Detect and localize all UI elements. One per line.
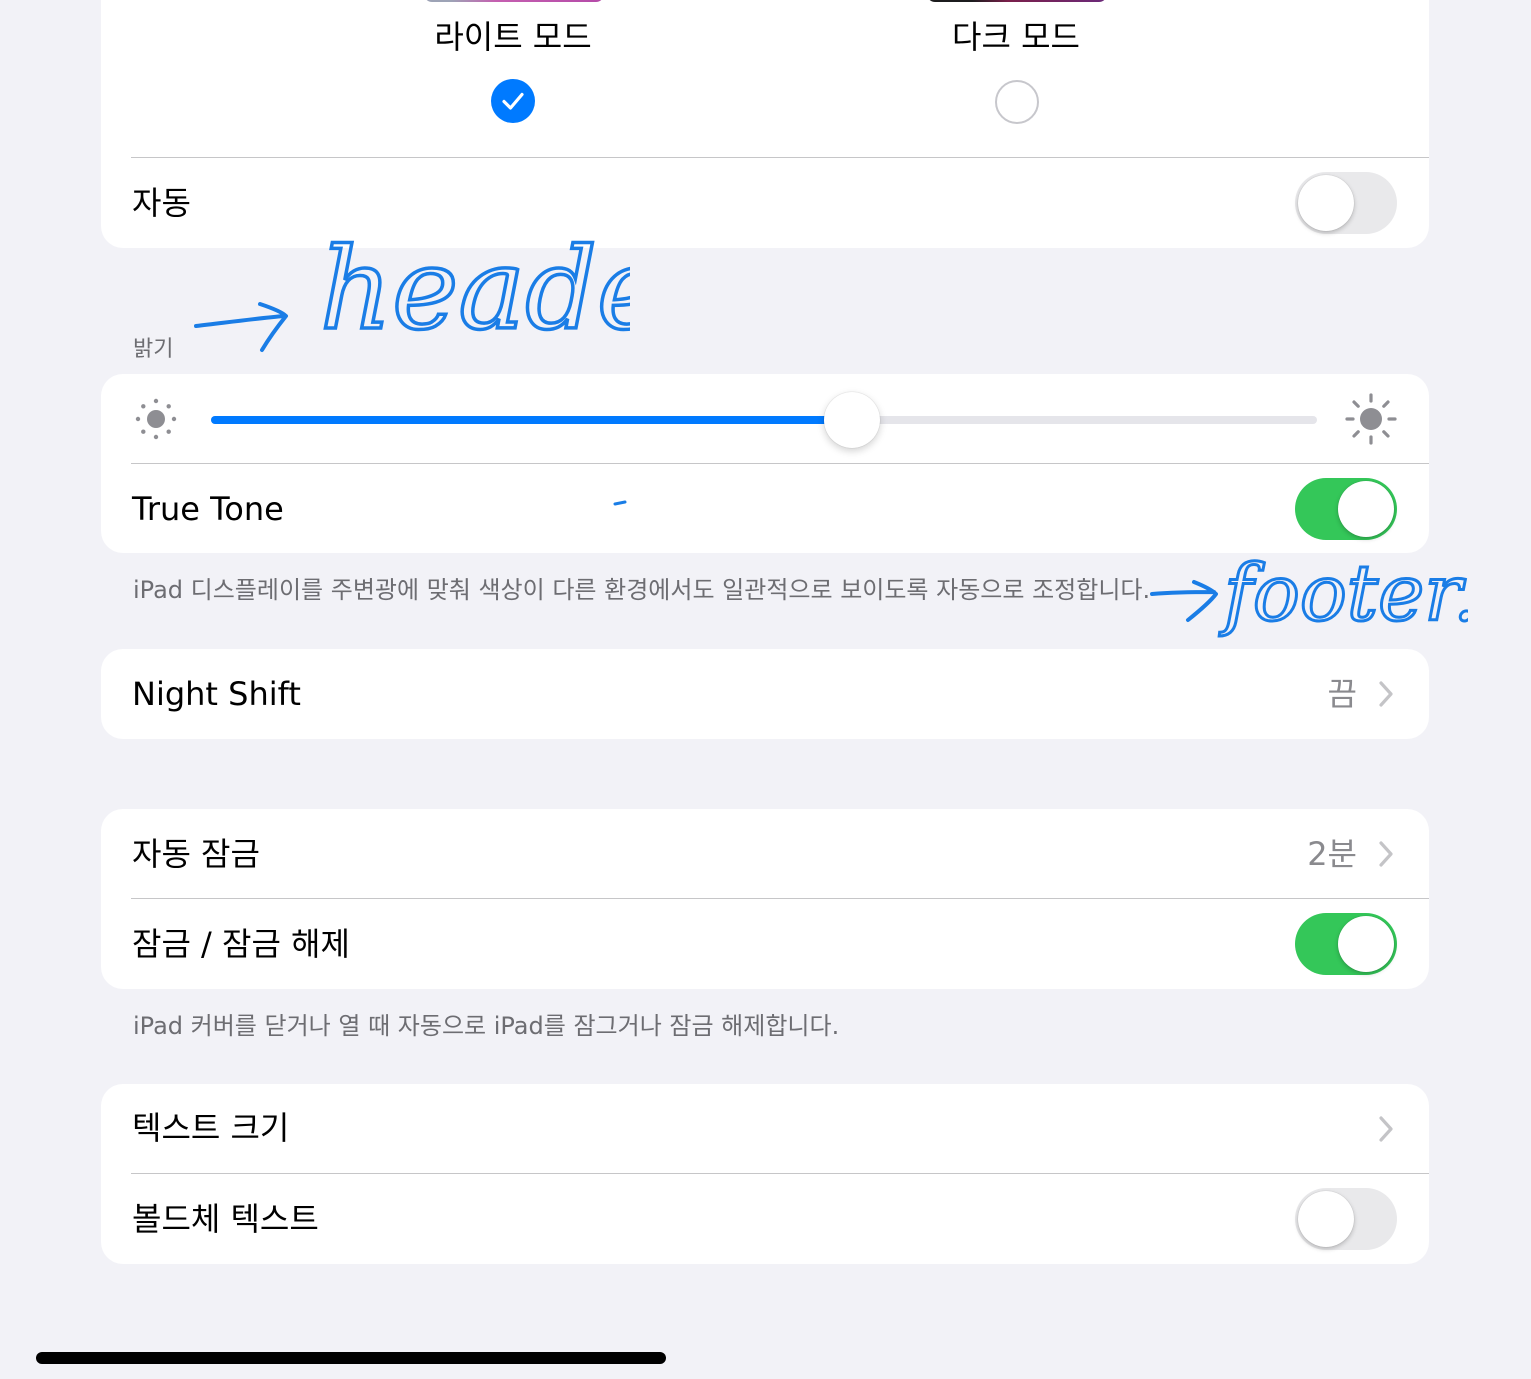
footer-annotation: footer. (1150, 548, 1468, 640)
light-mode-thumbnail[interactable] (424, 0, 604, 2)
dark-mode-label[interactable]: 다크 모드 (886, 17, 1146, 57)
auto-row[interactable]: 자동 (101, 158, 1429, 248)
bold-text-toggle[interactable] (1295, 1188, 1397, 1250)
footer-annotation-text: footer. (1219, 549, 1468, 639)
brightness-slider-fill (211, 416, 853, 424)
lock-unlock-label: 잠금 / 잠금 해제 (132, 925, 350, 963)
brightness-header: 밝기 (133, 337, 174, 362)
chevron-right-icon (1379, 681, 1393, 707)
dark-mode-radio[interactable] (995, 80, 1039, 124)
night-shift-value: 끔 (1327, 675, 1357, 713)
true-tone-label: True Tone (132, 489, 284, 528)
toggle-knob (1298, 175, 1354, 231)
sun-large-icon (1345, 393, 1397, 445)
lock-footer: iPad 커버를 닫거나 열 때 자동으로 iPad를 잠그거나 잠금 해제합니… (133, 1012, 840, 1040)
home-indicator[interactable] (36, 1352, 666, 1364)
true-tone-row[interactable]: True Tone (101, 464, 1429, 553)
chevron-right-icon (1379, 1116, 1393, 1142)
night-shift-row[interactable]: Night Shift 끔 (101, 649, 1429, 739)
night-shift-label: Night Shift (132, 675, 301, 713)
lock-group: 자동 잠금 2분 잠금 / 잠금 해제 (101, 809, 1429, 989)
brightness-slider-row (101, 374, 1429, 463)
checkmark-icon (502, 92, 524, 110)
lock-unlock-toggle[interactable] (1295, 913, 1397, 975)
text-size-label: 텍스트 크기 (132, 1109, 290, 1147)
sun-small-icon (135, 398, 177, 440)
toggle-knob (1338, 916, 1394, 972)
true-tone-toggle[interactable] (1295, 477, 1397, 540)
auto-label: 자동 (132, 184, 191, 222)
bold-text-label: 볼드체 텍스트 (132, 1200, 319, 1238)
text-size-row[interactable]: 텍스트 크기 (101, 1084, 1429, 1173)
light-mode-radio[interactable] (491, 79, 535, 123)
toggle-knob (1298, 1191, 1354, 1247)
bold-text-row[interactable]: 볼드체 텍스트 (101, 1174, 1429, 1264)
brightness-group: True Tone (101, 374, 1429, 553)
auto-lock-label: 자동 잠금 (132, 835, 260, 873)
auto-toggle[interactable] (1295, 172, 1397, 234)
auto-lock-row[interactable]: 자동 잠금 2분 (101, 809, 1429, 898)
brightness-slider[interactable] (211, 392, 1317, 448)
toggle-knob (1338, 480, 1394, 537)
lock-unlock-row[interactable]: 잠금 / 잠금 해제 (101, 899, 1429, 989)
brightness-footer: iPad 디스플레이를 주변광에 맞춰 색상이 다른 환경에서도 일관적으로 보… (133, 576, 1151, 604)
auto-lock-value: 2분 (1307, 835, 1357, 873)
light-mode-label[interactable]: 라이트 모드 (383, 17, 643, 57)
night-shift-group: Night Shift 끔 (101, 649, 1429, 739)
brightness-slider-thumb[interactable] (824, 392, 881, 448)
chevron-right-icon (1379, 841, 1393, 867)
text-group: 텍스트 크기 볼드체 텍스트 (101, 1084, 1429, 1264)
appearance-group: 라이트 모드 다크 모드 자동 (101, 0, 1429, 248)
dark-mode-thumbnail[interactable] (927, 0, 1107, 2)
